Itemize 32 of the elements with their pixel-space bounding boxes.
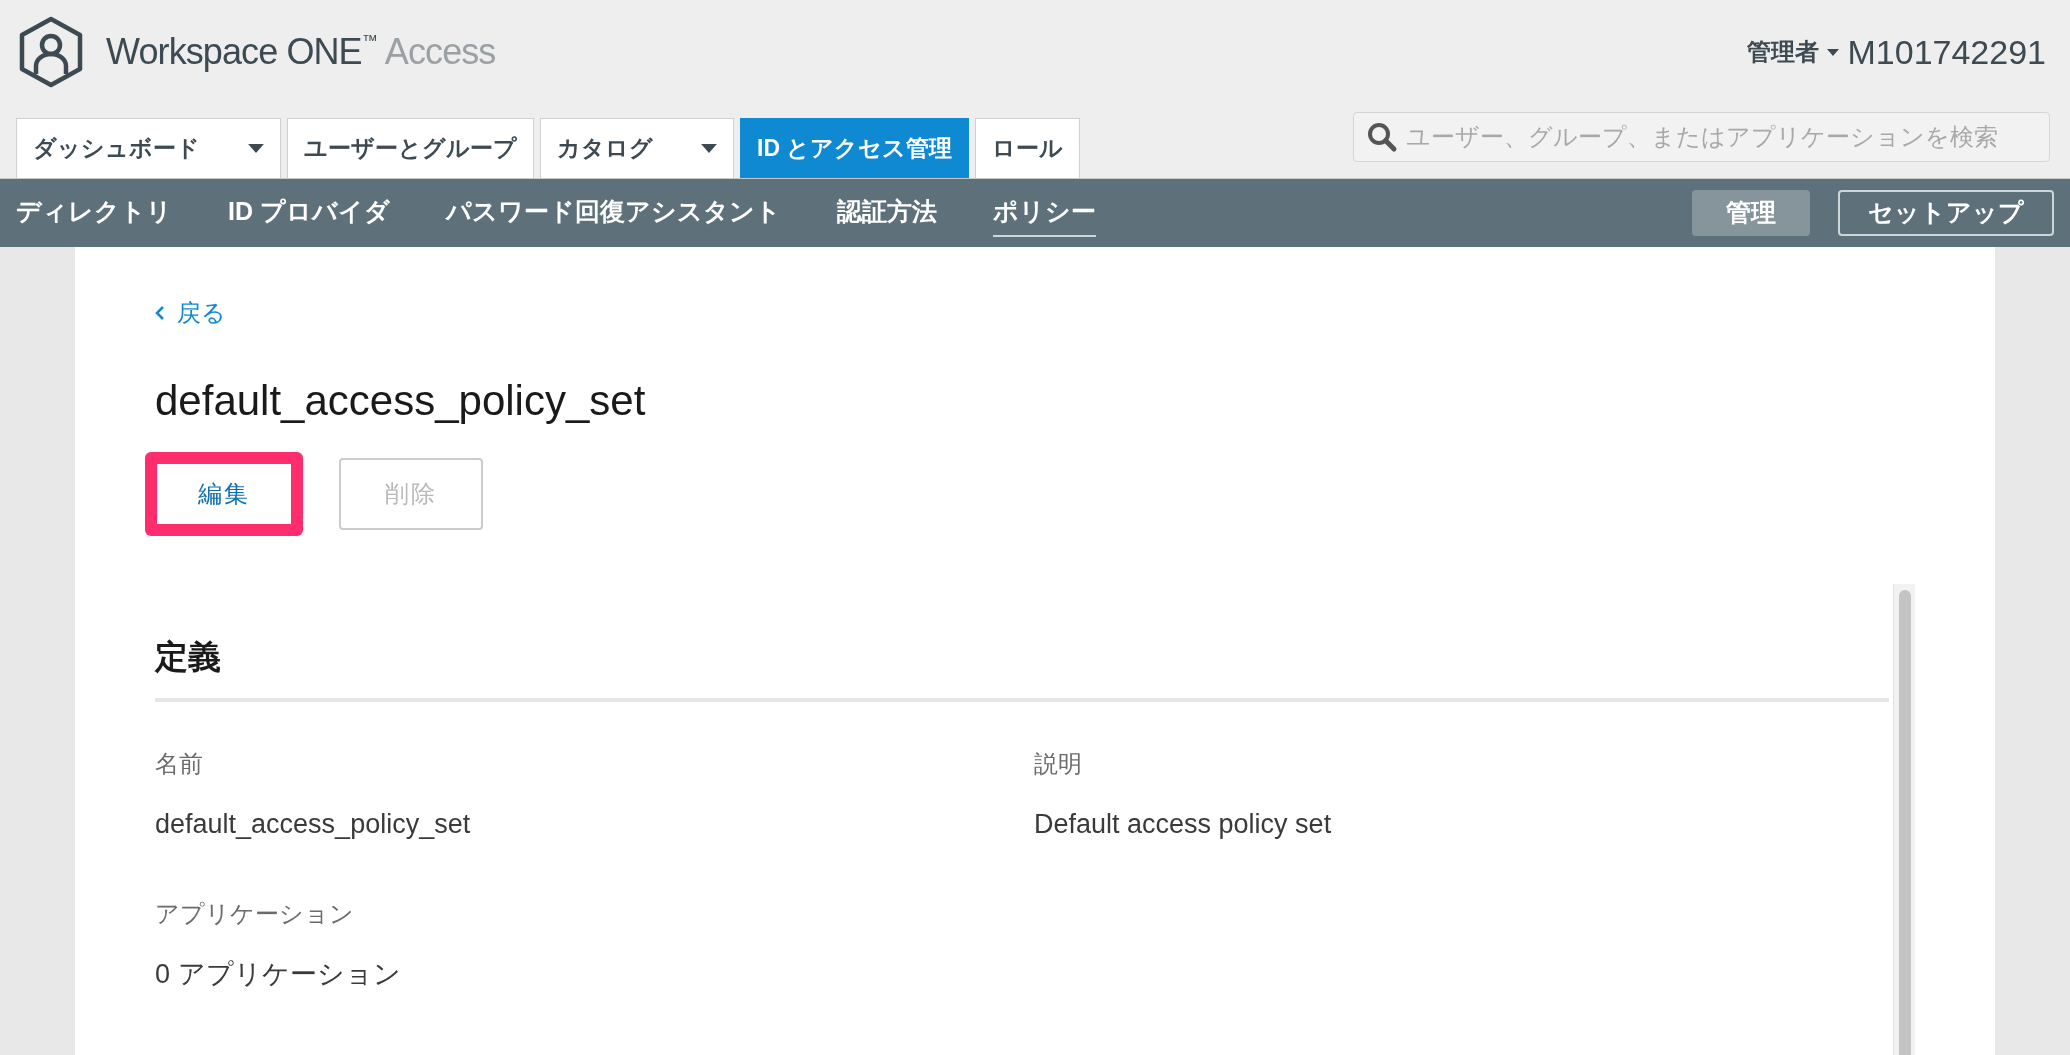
nav-tab[interactable]: カタログ (540, 118, 734, 178)
chevron-left-icon (155, 305, 165, 321)
nav-tab[interactable]: ID とアクセス管理 (740, 118, 970, 178)
field-value: 0 アプリケーション (155, 958, 402, 991)
field-value: Default access policy set (1034, 807, 1333, 841)
search-icon (1366, 121, 1398, 153)
nav-tab[interactable]: ダッシュボード (16, 118, 281, 178)
field-value: default_access_policy_set (155, 807, 472, 841)
action-button[interactable]: 編集 (157, 464, 291, 524)
logo-suffix: Access (384, 30, 496, 74)
subnav-link[interactable]: パスワード回復アシスタント (445, 189, 781, 237)
back-link[interactable]: 戻る (155, 295, 226, 331)
subnav-link[interactable]: ディレクトリ (16, 189, 172, 237)
logo-text: Workspace ONE (106, 30, 362, 74)
scrollbar-thumb[interactable] (1898, 590, 1911, 1055)
mode-button[interactable]: セットアップ (1838, 190, 2054, 236)
nav-tab[interactable]: ロール (975, 118, 1081, 178)
trademark-sign: ™ (361, 31, 377, 51)
caret-icon (1827, 48, 1840, 56)
search-field[interactable]: ユーザー、グループ、またはアプリケーションを検索 (1353, 112, 2050, 162)
subnav-link[interactable]: ID プロバイダ (228, 189, 390, 237)
subnav-link[interactable]: ポリシー (992, 189, 1096, 237)
field-label: 名前 (155, 748, 204, 779)
field-label: アプリケーション (155, 899, 355, 929)
mode-button[interactable]: 管理 (1692, 190, 1810, 236)
role-dropdown[interactable]: 管理者 (1747, 34, 1840, 70)
field-label: 説明 (1034, 748, 1083, 779)
section-heading: 定義 (155, 632, 1889, 702)
user-id: M101742291 (1847, 31, 2046, 73)
page-title: default_access_policy_set (155, 376, 646, 426)
subnav-link[interactable]: 認証方法 (836, 189, 937, 237)
nav-tab[interactable]: ユーザーとグループ (287, 118, 534, 178)
